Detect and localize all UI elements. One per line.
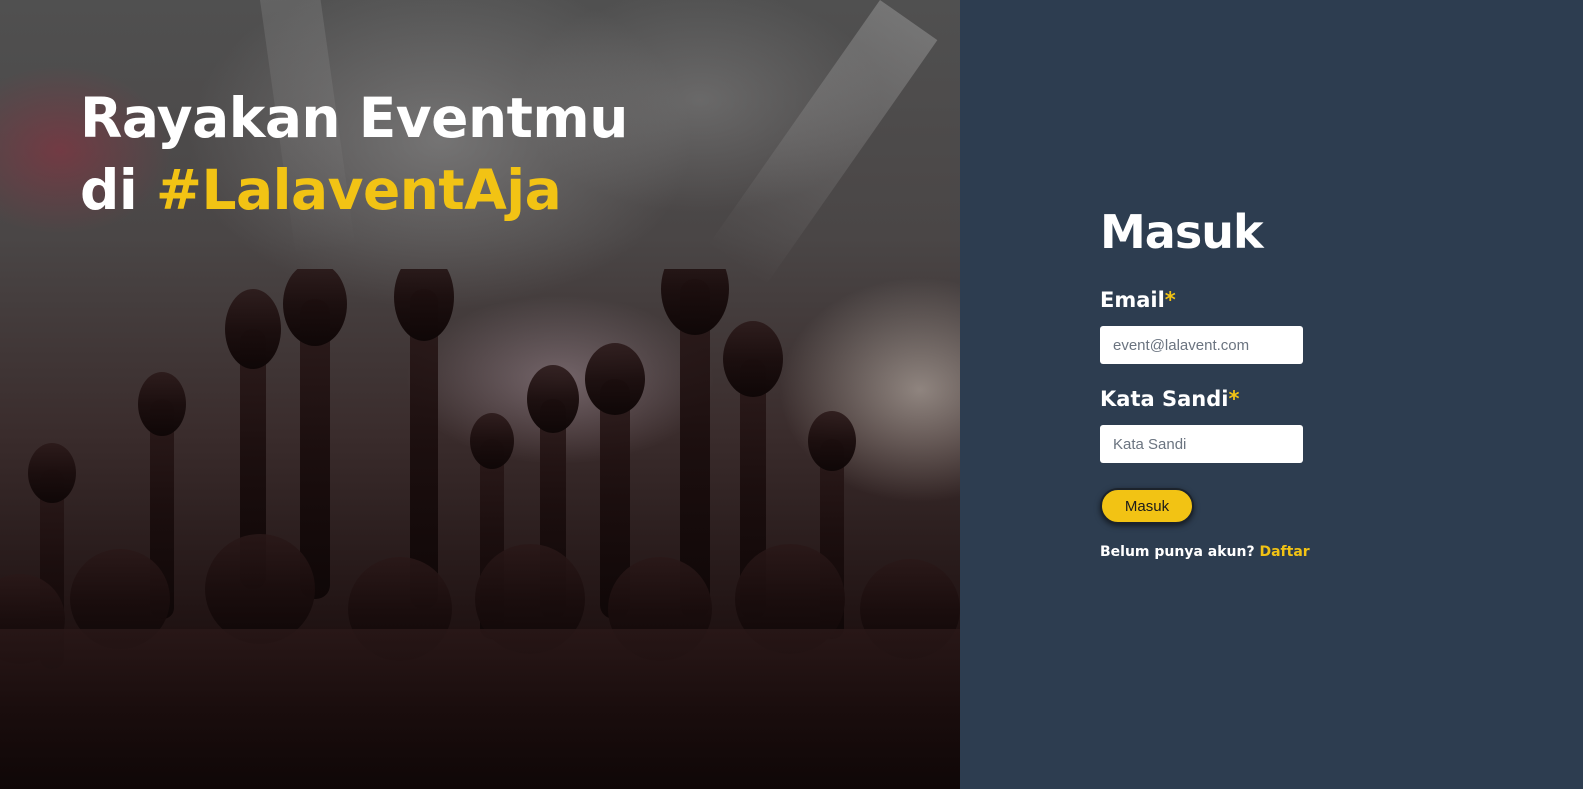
login-page: Rayakan Eventmu di #LalaventAja Masuk Em… — [0, 0, 1583, 789]
email-label-text: Email — [1100, 288, 1165, 312]
login-form: Masuk Email* Kata Sandi* Masuk Belum pun… — [1100, 200, 1310, 560]
login-panel: Masuk Email* Kata Sandi* Masuk Belum pun… — [960, 0, 1583, 789]
password-label: Kata Sandi* — [1100, 385, 1310, 413]
stage-light-beam — [707, 0, 938, 286]
hero-panel: Rayakan Eventmu di #LalaventAja — [0, 0, 960, 789]
hero-title-prefix: di — [80, 158, 156, 222]
password-label-text: Kata Sandi — [1100, 387, 1229, 411]
required-marker: * — [1164, 288, 1176, 312]
login-button[interactable]: Masuk — [1100, 488, 1194, 524]
signup-prompt-text: Belum punya akun? — [1100, 544, 1255, 560]
concert-crowd-image — [0, 269, 960, 789]
hero-title-line1: Rayakan Eventmu — [80, 86, 628, 150]
hero-hashtag: #LalaventAja — [155, 158, 562, 222]
password-input[interactable] — [1100, 425, 1303, 463]
login-title: Masuk — [1100, 205, 1264, 259]
hero-title: Rayakan Eventmu di #LalaventAja — [80, 82, 628, 226]
signup-link[interactable]: Daftar — [1259, 544, 1309, 560]
required-marker: * — [1228, 387, 1240, 411]
email-label: Email* — [1100, 286, 1310, 314]
email-input[interactable] — [1100, 326, 1303, 364]
signup-prompt: Belum punya akun? Daftar — [1100, 544, 1310, 560]
